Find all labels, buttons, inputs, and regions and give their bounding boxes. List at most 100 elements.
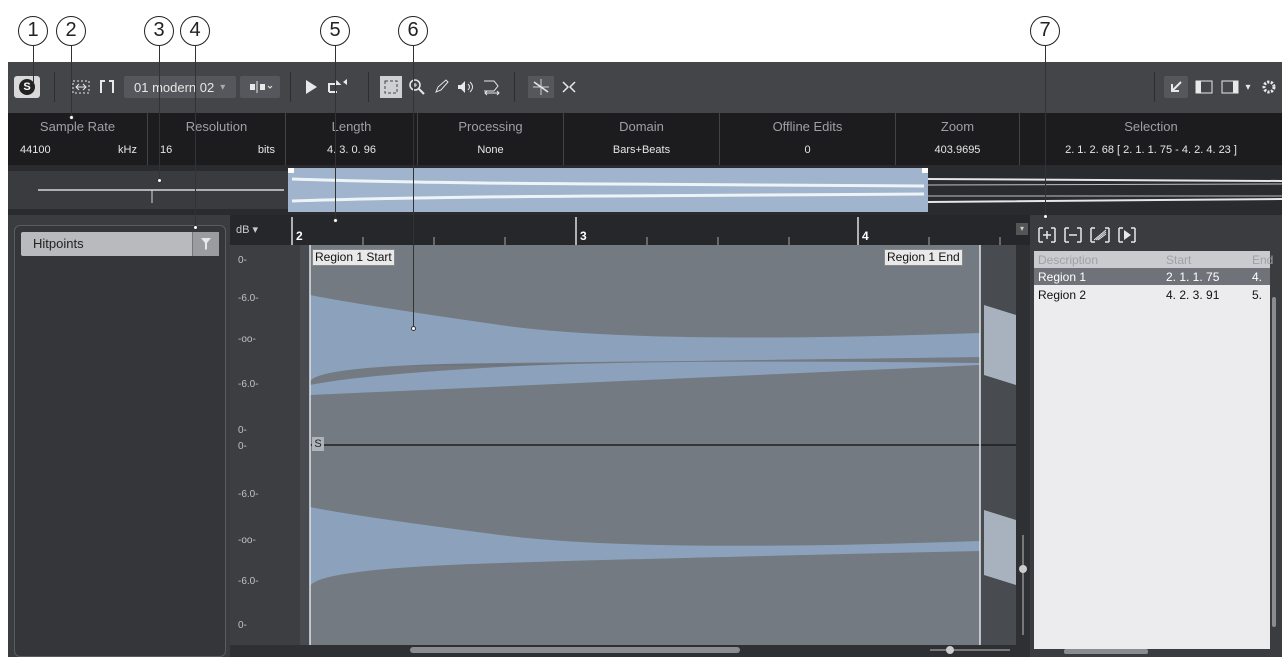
column-header[interactable]: End	[1252, 253, 1273, 267]
snap-button[interactable]	[558, 76, 580, 98]
filter-button[interactable]	[192, 232, 219, 256]
region-row[interactable]: Region 1 2. 1. 1. 75 4.	[1034, 268, 1270, 285]
overview-line[interactable]	[8, 165, 1282, 215]
region-end: 5.	[1252, 288, 1263, 302]
right-zone-toggle[interactable]	[1218, 76, 1242, 98]
select-region-icon	[1118, 227, 1136, 243]
info-line: Sample Rate 44100 kHz Resolution 16 bits…	[8, 113, 1282, 165]
vertical-zoom-slider[interactable]	[1019, 535, 1027, 635]
ruler-bar-label: 2	[296, 229, 303, 243]
info-label: Zoom	[940, 119, 975, 134]
window-layout-dropdown[interactable]: ▾	[1242, 76, 1254, 98]
waveform-area[interactable]: Region 1 Start Region 1 End S	[300, 245, 1016, 645]
region-start: 4. 2. 3. 91	[1166, 288, 1220, 302]
overview-visible-range	[288, 168, 928, 212]
snap-zero-crossing-button[interactable]	[528, 76, 554, 98]
autoscroll-button[interactable]	[70, 76, 92, 98]
region-description: Region 1	[1038, 270, 1087, 284]
info-sample-rate[interactable]: Sample Rate 44100 kHz	[8, 113, 148, 165]
time-warp-tool[interactable]	[480, 76, 504, 98]
column-header[interactable]: Start	[1166, 253, 1191, 267]
callout-4: 4	[180, 16, 210, 46]
info-value: 2. 1. 2. 68 [ 2. 1. 1. 75 - 4. 2. 4. 23 …	[1065, 144, 1237, 156]
pencil-icon	[435, 79, 449, 93]
region-start-marker[interactable]: Region 1 Start	[312, 249, 395, 266]
info-label: Processing	[458, 119, 523, 134]
play-region-button[interactable]	[1088, 225, 1112, 245]
region-row[interactable]: Region 2 4. 2. 3. 91 5.	[1034, 286, 1270, 303]
callout-anchor	[69, 115, 74, 120]
column-header[interactable]: Description	[1038, 253, 1098, 267]
solo-button[interactable]: S	[14, 76, 40, 98]
db-label: 0-	[238, 620, 247, 631]
callout-6: 6	[398, 16, 428, 46]
snap-icon	[562, 81, 576, 93]
remove-region-button[interactable]	[1062, 225, 1084, 245]
info-zoom[interactable]: Zoom 403.9695	[896, 113, 1020, 165]
zoom-slider[interactable]	[930, 646, 1010, 654]
region-description: Region 2	[1038, 288, 1087, 302]
horizontal-scrollbar[interactable]	[410, 647, 740, 653]
play-region-icon	[1090, 227, 1110, 243]
callout-3: 3	[144, 16, 174, 46]
hitpoints-selector[interactable]: Hitpoints	[21, 232, 219, 256]
loop-icon	[328, 79, 347, 93]
ruler-menu-button[interactable]: ▾	[1016, 223, 1028, 235]
vertical-zoom-handle[interactable]	[1019, 565, 1027, 573]
zoom-icon	[409, 79, 425, 95]
info-processing[interactable]: Processing None	[418, 113, 564, 165]
audio-event-selector[interactable]: 01 modern 02 ▾	[124, 76, 236, 98]
setup-button[interactable]	[1260, 76, 1278, 98]
info-value: 4. 3. 0. 96	[327, 144, 376, 156]
draw-tool[interactable]	[430, 76, 452, 98]
regions-list: Description Start End Region 1 2. 1. 1. …	[1034, 251, 1273, 649]
info-offline-edits[interactable]: Offline Edits 0	[720, 113, 896, 165]
ruler-ticks	[291, 217, 1001, 245]
db-label: -6.0-	[238, 293, 259, 304]
info-length[interactable]: Length 4. 3. 0. 96	[286, 113, 418, 165]
callout-leader	[159, 46, 160, 180]
info-resolution[interactable]: Resolution 16 bits	[148, 113, 286, 165]
audio-event-name: 01 modern 02	[134, 79, 215, 95]
callout-leader	[195, 46, 196, 227]
open-in-lower-zone-button[interactable]	[1164, 76, 1188, 98]
region-end: 4.	[1252, 270, 1263, 284]
snap-region-button[interactable]	[96, 76, 118, 98]
region-end-marker[interactable]: Region 1 End	[884, 249, 963, 266]
left-zone-toggle[interactable]	[1192, 76, 1216, 98]
ruler[interactable]: dB ▾ 2 3 4 ▾	[230, 215, 1030, 245]
insert-mode-button[interactable]	[240, 76, 280, 98]
autoscroll-icon	[72, 80, 90, 94]
loop-button[interactable]	[324, 76, 354, 98]
callout-7: 7	[1030, 16, 1060, 46]
regions-vertical-scrollbar[interactable]	[1272, 297, 1276, 627]
range-selection-tool[interactable]	[380, 76, 402, 98]
info-value: 0	[804, 144, 811, 156]
zoom-slider-handle[interactable]	[946, 646, 954, 654]
info-domain[interactable]: Domain Bars+Beats	[564, 113, 720, 165]
info-label: Domain	[619, 119, 664, 134]
sustain-loop-marker[interactable]: S	[312, 437, 324, 451]
region-bracket-icon	[100, 80, 114, 93]
callout-anchor	[1043, 214, 1048, 219]
select-region-button[interactable]	[1116, 225, 1138, 245]
callout-leader	[71, 46, 72, 117]
zoom-tool[interactable]	[406, 76, 428, 98]
region-start: 2. 1. 1. 75	[1166, 270, 1220, 284]
regions-header: Description Start End	[1034, 251, 1273, 268]
play-button[interactable]	[300, 76, 322, 98]
info-selection[interactable]: Selection 2. 1. 2. 68 [ 2. 1. 1. 75 - 4.…	[1020, 113, 1282, 165]
play-tool[interactable]	[454, 76, 476, 98]
time-warp-icon	[484, 80, 500, 96]
level-scale: 0- -6.0- -oo- -6.0- 0- 0- -6.0- -oo- -6.…	[230, 245, 300, 645]
regions-horizontal-scrollbar[interactable]	[1064, 649, 1148, 654]
callout-leader	[335, 46, 336, 220]
hitpoints-label: Hitpoints	[33, 236, 84, 251]
left-zone-icon	[1195, 80, 1213, 94]
chevron-down-icon: ▾	[1019, 224, 1024, 233]
audio-waveform	[300, 245, 1016, 645]
add-region-button[interactable]	[1036, 225, 1058, 245]
waveform-display[interactable]: dB ▾ 2 3 4 ▾ 0- -6.0- -oo- -6.0- 0- 0- -…	[230, 215, 1030, 657]
callout-anchor	[411, 326, 416, 331]
play-icon	[306, 80, 317, 94]
